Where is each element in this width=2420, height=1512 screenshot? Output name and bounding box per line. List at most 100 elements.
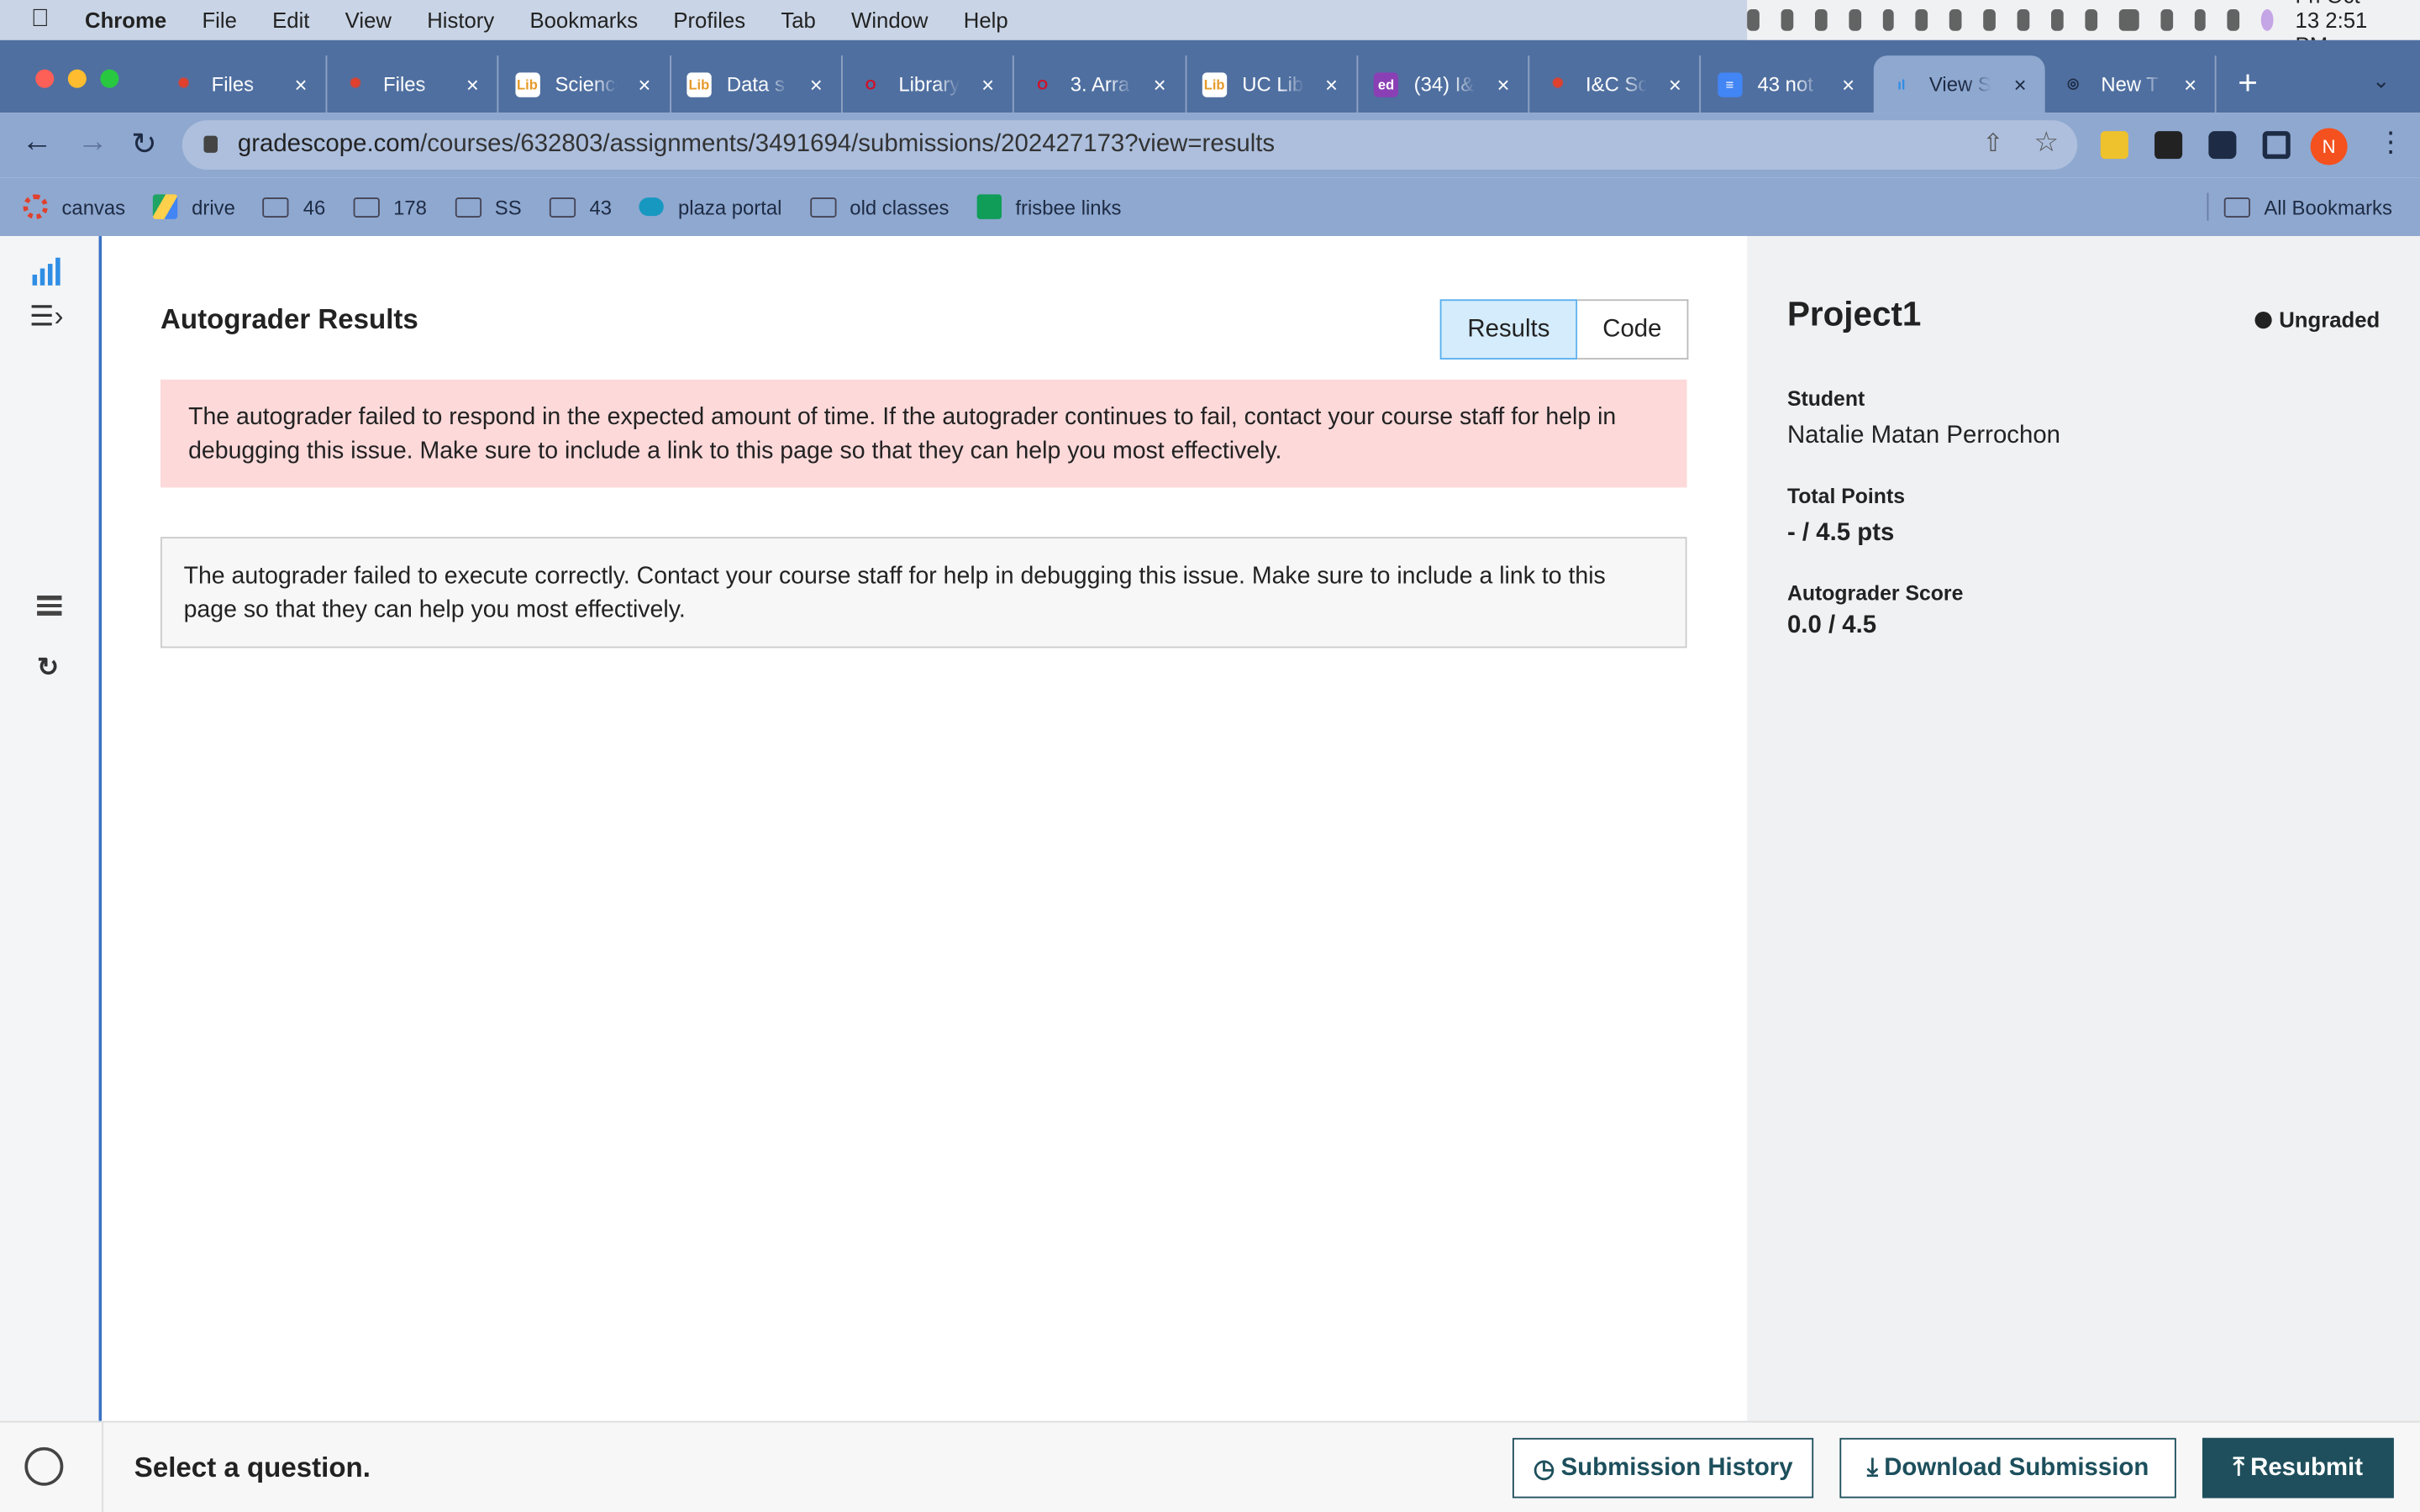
- profile-avatar[interactable]: N: [2310, 128, 2348, 165]
- bookmark-old-classes[interactable]: old classes: [809, 195, 949, 218]
- salesforce-icon: [639, 197, 665, 217]
- account-icon[interactable]: [24, 1446, 64, 1486]
- tab-results[interactable]: Results: [1439, 299, 1578, 360]
- bookmark-46[interactable]: 46: [262, 195, 325, 218]
- browser-tab[interactable]: O Library ×: [843, 55, 1015, 113]
- close-tab-icon[interactable]: ×: [1842, 71, 1854, 96]
- submission-history-button[interactable]: ◷ Submission History: [1512, 1437, 1814, 1499]
- apple-icon[interactable]: : [31, 6, 50, 34]
- reload-button[interactable]: ↻: [131, 125, 157, 164]
- menu-edit[interactable]: Edit: [272, 8, 309, 32]
- url-path: /courses/632803/assignments/3491694/subm…: [420, 131, 1276, 158]
- bookmark-frisbee-links[interactable]: frisbee links: [976, 194, 1121, 219]
- minimize-window-button[interactable]: [67, 69, 87, 88]
- tab-title: 43 not: [1757, 72, 1813, 96]
- close-tab-icon[interactable]: ×: [1497, 71, 1509, 96]
- drive-icon: [153, 194, 178, 219]
- bookmark-star-icon[interactable]: ☆: [2034, 127, 2060, 160]
- status-text: Ungraded: [2279, 307, 2381, 332]
- close-tab-icon[interactable]: ×: [2184, 71, 2196, 96]
- browser-tab[interactable]: Lib Science ×: [499, 55, 671, 113]
- bookmark-drive[interactable]: drive: [153, 194, 235, 219]
- accessibility-icon[interactable]: [1983, 9, 1996, 31]
- status-dot-icon: [2254, 311, 2272, 328]
- forward-button[interactable]: →: [77, 125, 108, 160]
- download-submission-button[interactable]: ⤓ Download Submission: [1839, 1437, 2176, 1499]
- tab-code[interactable]: Code: [1577, 299, 1689, 360]
- close-tab-icon[interactable]: ×: [1669, 71, 1681, 96]
- browser-tab[interactable]: ≡ 43 not ×: [1702, 55, 1873, 113]
- gradescope-logo-icon[interactable]: [32, 257, 60, 286]
- tab-title: (34) I&: [1413, 72, 1475, 96]
- browser-tab[interactable]: ◎ New T ×: [2045, 55, 2217, 113]
- menu-help[interactable]: Help: [964, 8, 1008, 32]
- menu-bookmarks[interactable]: Bookmarks: [529, 8, 638, 32]
- creative-cloud-icon[interactable]: [1781, 9, 1793, 31]
- brightness-icon[interactable]: [1949, 9, 1962, 31]
- browser-tab[interactable]: ✺ Files ×: [328, 55, 499, 113]
- all-bookmarks[interactable]: All Bookmarks: [2207, 192, 2392, 221]
- expand-menu-icon[interactable]: ☰›: [29, 301, 64, 333]
- time-machine-icon[interactable]: [1848, 9, 1861, 31]
- left-sidebar: ☰› ↻: [0, 236, 103, 1421]
- back-button[interactable]: ←: [22, 125, 53, 160]
- menu-window[interactable]: Window: [851, 8, 928, 32]
- lock-icon[interactable]: [203, 135, 218, 153]
- new-tab-button[interactable]: +: [2238, 63, 2258, 103]
- bookmark-plaza-portal[interactable]: plaza portal: [639, 195, 781, 218]
- menu-view[interactable]: View: [345, 8, 392, 32]
- sheets-icon: [976, 194, 1002, 219]
- outline-icon[interactable]: [37, 595, 62, 616]
- resubmit-button[interactable]: ⤒ Resubmit: [2202, 1437, 2394, 1499]
- browser-tab[interactable]: Lib UC Lib ×: [1186, 55, 1358, 113]
- siri-icon[interactable]: [2261, 9, 2274, 31]
- terminal-extension-icon[interactable]: [2154, 131, 2183, 160]
- bookmark-178[interactable]: 178: [353, 195, 427, 218]
- close-tab-icon[interactable]: ×: [1154, 71, 1166, 96]
- side-panel-icon[interactable]: [2262, 131, 2291, 160]
- browser-tab[interactable]: O 3. Arra ×: [1015, 55, 1186, 113]
- menu-profiles[interactable]: Profiles: [673, 8, 745, 32]
- close-tab-icon[interactable]: ×: [638, 71, 650, 96]
- drive-icon[interactable]: [1814, 9, 1828, 31]
- browser-tab[interactable]: ✺ Files ×: [156, 55, 328, 113]
- battery-icon[interactable]: [2118, 9, 2139, 31]
- close-tab-icon[interactable]: ×: [294, 71, 307, 96]
- browser-tab[interactable]: ✺ I&C Sc ×: [1530, 55, 1702, 113]
- tab-search-chevron-icon[interactable]: ⌄: [2372, 68, 2391, 94]
- status-icon[interactable]: [1747, 9, 1760, 31]
- bookmark-canvas[interactable]: canvas: [23, 194, 125, 219]
- airdrop-icon[interactable]: [2017, 9, 2030, 31]
- menu-file[interactable]: File: [202, 8, 236, 32]
- share-icon[interactable]: ⇧: [1982, 128, 2003, 159]
- rerun-icon[interactable]: ↻: [37, 653, 59, 684]
- menu-app[interactable]: Chrome: [85, 8, 166, 32]
- macos-menubar:  Chrome File Edit View History Bookmark…: [0, 0, 2420, 57]
- menu-history[interactable]: History: [427, 8, 494, 32]
- address-bar[interactable]: gradescope.com/courses/632803/assignment…: [182, 120, 2078, 171]
- menu-tab[interactable]: Tab: [781, 8, 815, 32]
- bookmark-43[interactable]: 43: [549, 195, 612, 218]
- control-center-icon[interactable]: [2228, 9, 2240, 31]
- browser-tab[interactable]: ed (34) I& ×: [1358, 55, 1530, 113]
- search-icon[interactable]: [2193, 9, 2207, 31]
- extensions-puzzle-icon[interactable]: [2208, 131, 2237, 160]
- close-tab-icon[interactable]: ×: [810, 71, 823, 96]
- close-tab-icon[interactable]: ×: [2014, 71, 2027, 96]
- close-tab-icon[interactable]: ×: [466, 71, 479, 96]
- moon-icon[interactable]: [1882, 9, 1895, 31]
- play-icon[interactable]: [1916, 9, 1928, 31]
- close-tab-icon[interactable]: ×: [1325, 71, 1338, 96]
- bookmark-ss[interactable]: SS: [455, 195, 522, 218]
- browser-tab[interactable]: ıl View S ×: [1873, 55, 2045, 113]
- bluetooth-icon[interactable]: [2085, 9, 2097, 31]
- close-tab-icon[interactable]: ×: [981, 71, 994, 96]
- 2048-extension-icon[interactable]: [2100, 131, 2128, 160]
- browser-tab[interactable]: Lib Data s ×: [671, 55, 843, 113]
- tab-title: New T: [2101, 72, 2159, 96]
- wifi-icon[interactable]: [2160, 9, 2173, 31]
- close-window-button[interactable]: [35, 69, 55, 88]
- maximize-window-button[interactable]: [100, 69, 119, 88]
- keyboard-icon[interactable]: [2051, 9, 2064, 31]
- browser-menu-icon[interactable]: ⋮: [2377, 127, 2405, 160]
